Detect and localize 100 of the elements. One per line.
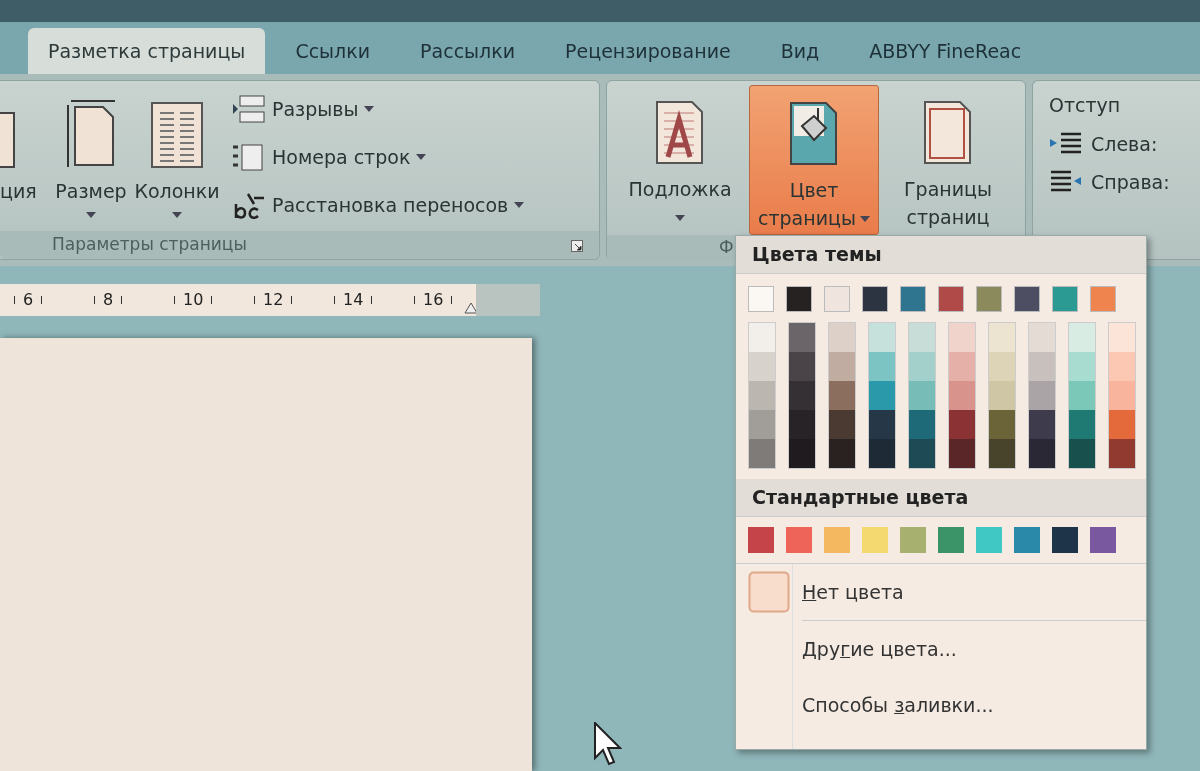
color-swatch[interactable] (1014, 286, 1040, 312)
color-swatch[interactable] (989, 352, 1015, 381)
color-swatch[interactable] (749, 410, 775, 439)
caret-icon (675, 214, 685, 221)
color-swatch[interactable] (749, 352, 775, 381)
color-swatch[interactable] (909, 381, 935, 410)
color-swatch[interactable] (949, 323, 975, 352)
color-swatch[interactable] (749, 323, 775, 352)
color-swatch[interactable] (829, 410, 855, 439)
color-swatch[interactable] (900, 527, 926, 553)
color-swatch[interactable] (976, 286, 1002, 312)
color-swatch[interactable] (900, 286, 926, 312)
color-swatch[interactable] (1029, 352, 1055, 381)
color-swatch[interactable] (1109, 352, 1135, 381)
color-swatch[interactable] (949, 410, 975, 439)
color-swatch[interactable] (1109, 323, 1135, 352)
caret-icon (364, 106, 375, 112)
color-swatch[interactable] (829, 352, 855, 381)
color-swatch[interactable] (789, 439, 815, 468)
ribbon-button[interactable]: Разрывы (232, 89, 525, 129)
color-swatch[interactable] (748, 527, 774, 553)
color-swatch[interactable] (1029, 439, 1055, 468)
ribbon-button[interactable]: ция (0, 89, 48, 231)
color-swatch[interactable] (1109, 381, 1135, 410)
ribbon-button[interactable]: Номера строк (232, 137, 525, 177)
color-swatch[interactable] (869, 352, 895, 381)
color-swatch[interactable] (949, 352, 975, 381)
color-swatch[interactable] (909, 439, 935, 468)
color-swatch[interactable] (909, 323, 935, 352)
ribbon-tab[interactable]: Разметка страницы (28, 28, 266, 74)
color-swatch[interactable] (938, 286, 964, 312)
color-swatch[interactable] (862, 286, 888, 312)
color-swatch[interactable] (909, 352, 935, 381)
color-swatch[interactable] (829, 323, 855, 352)
color-swatch[interactable] (909, 410, 935, 439)
menu-item[interactable]: Способы заливки... (736, 677, 1146, 733)
color-swatch[interactable] (789, 381, 815, 410)
color-swatch[interactable] (1069, 352, 1095, 381)
ribbon-tab[interactable]: ABBYY FineReac (849, 28, 1042, 74)
ribbon-button[interactable]: Размер (48, 89, 134, 231)
menu-item[interactable]: Другие цвета... (736, 621, 1146, 677)
watermark-icon (654, 99, 706, 167)
color-swatch[interactable] (989, 410, 1015, 439)
group-label: Параметры страницы (52, 233, 247, 257)
color-swatch[interactable] (989, 323, 1015, 352)
color-swatch[interactable] (989, 381, 1015, 410)
color-swatch[interactable] (1109, 439, 1135, 468)
ruler-number: 6 (23, 289, 34, 311)
color-swatch[interactable] (1052, 527, 1078, 553)
color-swatch[interactable] (869, 381, 895, 410)
color-swatch[interactable] (1014, 527, 1040, 553)
caret-icon (859, 215, 870, 222)
ribbon-tab[interactable]: Рассылки (400, 28, 536, 74)
color-swatch[interactable] (976, 527, 1002, 553)
color-swatch[interactable] (1109, 410, 1135, 439)
color-swatch[interactable] (829, 381, 855, 410)
ribbon-tab[interactable]: Ссылки (275, 28, 391, 74)
color-swatch[interactable] (1052, 286, 1078, 312)
color-swatch[interactable] (789, 352, 815, 381)
color-swatch[interactable] (938, 527, 964, 553)
color-swatch[interactable] (1029, 323, 1055, 352)
ruler-number: 12 (263, 289, 284, 311)
color-swatch[interactable] (749, 439, 775, 468)
color-swatch[interactable] (786, 286, 812, 312)
color-swatch[interactable] (829, 439, 855, 468)
ribbon-button[interactable]: Цвет страницы (749, 85, 879, 235)
color-swatch[interactable] (749, 381, 775, 410)
color-swatch[interactable] (949, 381, 975, 410)
ruler-number: 10 (183, 289, 204, 311)
color-swatch[interactable] (789, 323, 815, 352)
color-swatch[interactable] (862, 527, 888, 553)
color-swatch[interactable] (989, 439, 1015, 468)
ribbon-button[interactable]: Колонки (134, 89, 220, 231)
color-swatch[interactable] (869, 323, 895, 352)
ribbon-button[interactable]: Границы страниц (883, 85, 1013, 235)
color-swatch[interactable] (949, 439, 975, 468)
ruler-number: 8 (103, 289, 114, 311)
color-swatch[interactable] (789, 410, 815, 439)
color-swatch[interactable] (1069, 439, 1095, 468)
color-swatch[interactable] (786, 527, 812, 553)
color-swatch[interactable] (1090, 527, 1116, 553)
color-swatch[interactable] (824, 286, 850, 312)
color-swatch[interactable] (869, 410, 895, 439)
ribbon-button[interactable]: Расстановка переносов (232, 185, 525, 225)
paint-bucket-icon (788, 100, 840, 168)
color-swatch[interactable] (1029, 410, 1055, 439)
color-swatch[interactable] (1069, 323, 1095, 352)
color-swatch[interactable] (869, 439, 895, 468)
color-swatch[interactable] (748, 286, 774, 312)
color-swatch[interactable] (1029, 381, 1055, 410)
ribbon-tab[interactable]: Рецензирование (545, 28, 751, 74)
ruler-number: 16 (423, 289, 444, 311)
color-swatch[interactable] (1069, 381, 1095, 410)
ribbon-button[interactable]: Подложка (615, 85, 745, 235)
menu-item[interactable]: Нет цвета (736, 564, 1146, 620)
ribbon-tab[interactable]: Вид (760, 28, 840, 74)
color-swatch[interactable] (1069, 410, 1095, 439)
caret-icon (514, 202, 525, 208)
color-swatch[interactable] (1090, 286, 1116, 312)
color-swatch[interactable] (824, 527, 850, 553)
